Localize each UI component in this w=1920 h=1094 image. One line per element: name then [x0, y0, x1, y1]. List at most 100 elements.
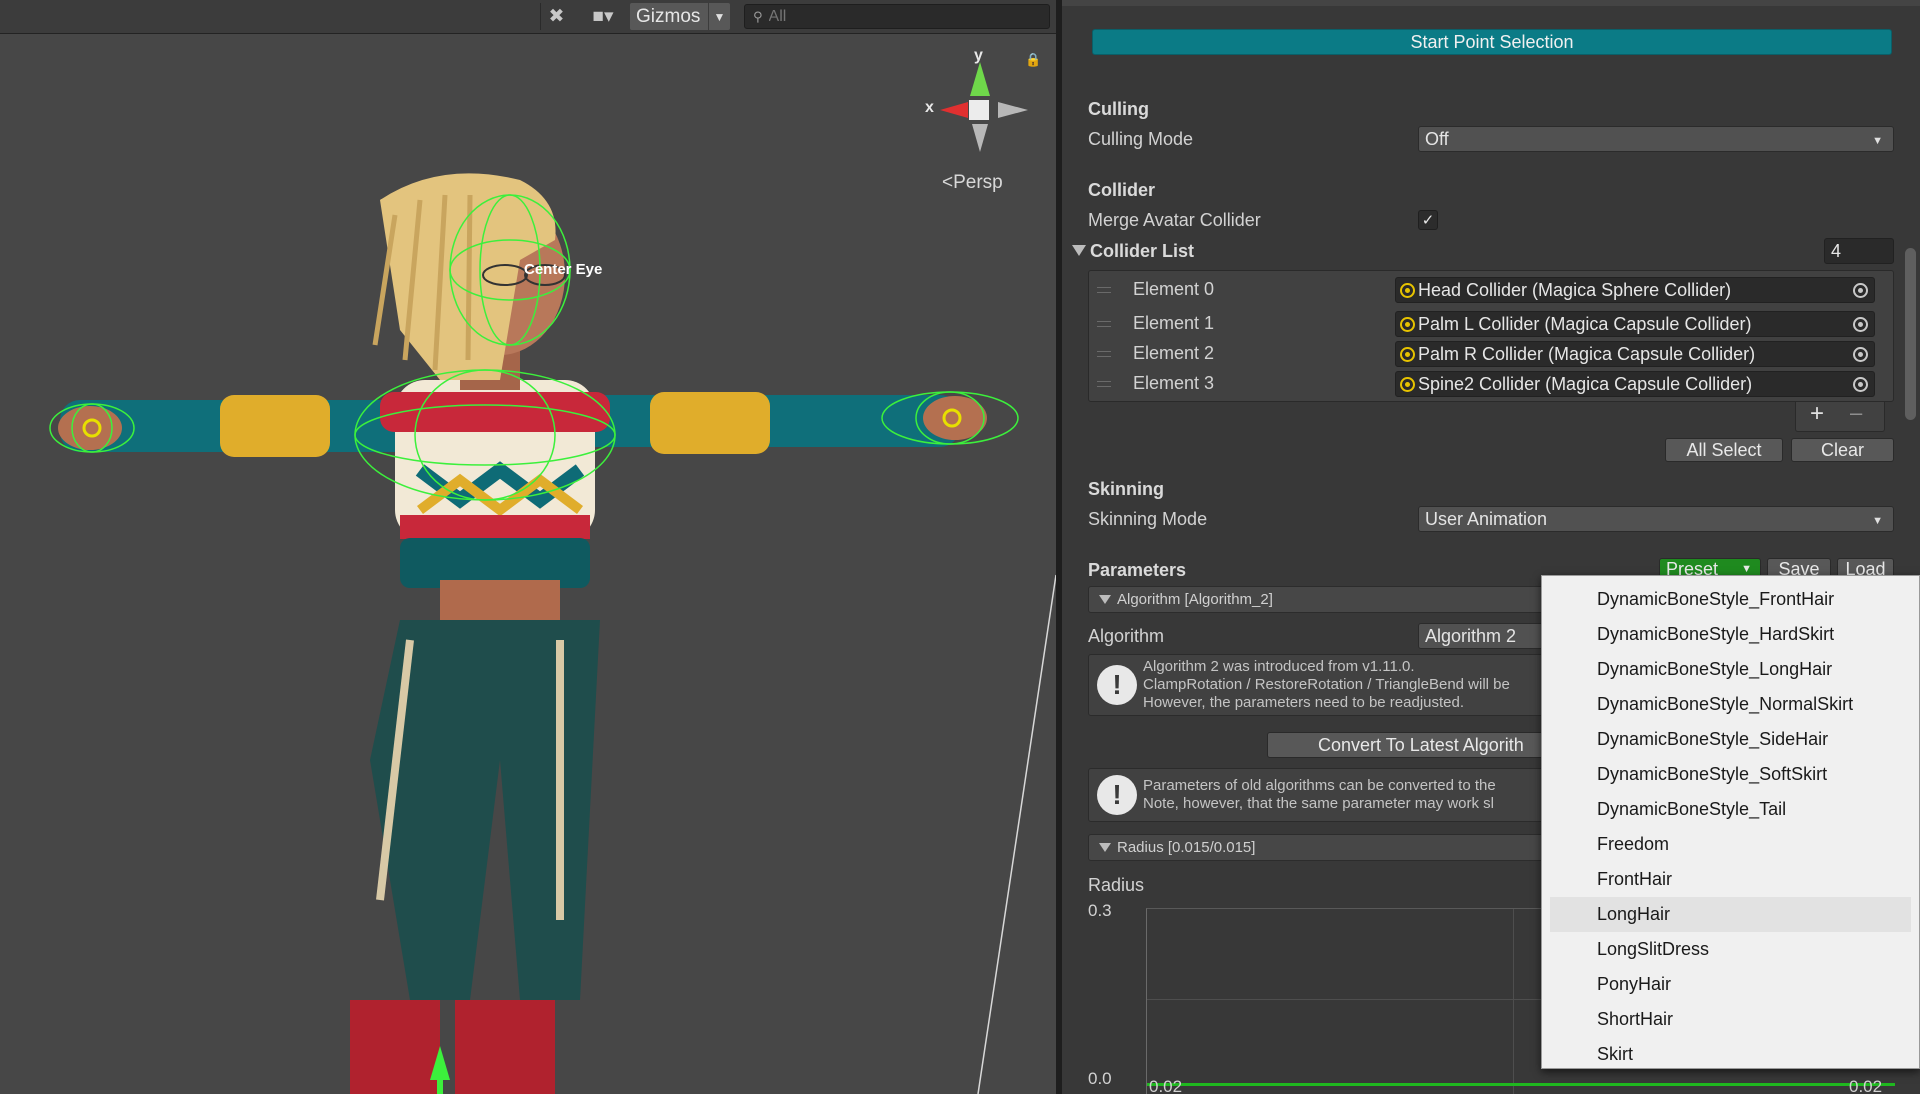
radius-label: Radius [1088, 875, 1145, 895]
element-value: Palm R Collider (Magica Capsule Collider… [1418, 343, 1756, 364]
menu-item-fronthair[interactable]: FrontHair [1542, 862, 1919, 897]
gizmos-dropdown-icon[interactable]: ▼ [708, 3, 730, 30]
sweater-red-band [380, 392, 610, 432]
element-value: Palm L Collider (Magica Capsule Collider… [1418, 313, 1752, 334]
graph-x-left-label: 0.02 [1149, 1077, 1183, 1094]
chevron-down-icon: ▼ [1741, 563, 1752, 575]
menu-item-freedom[interactable]: Freedom [1542, 827, 1919, 862]
object-picker-icon[interactable] [1853, 317, 1868, 332]
scene-view[interactable]: ✖ ■▾ Gizmos ▼ ⚲ y x [0, 0, 1056, 1094]
neg-x-axis-cone [998, 102, 1028, 118]
inspector-scrollbar[interactable] [1905, 248, 1916, 420]
avatar-model[interactable]: Center Eye [49, 173, 1019, 1094]
collider-object-icon [1400, 347, 1415, 362]
menu-item-dynamicbonestyle-tail[interactable]: DynamicBoneStyle_Tail [1542, 792, 1919, 827]
warning-icon: ! [1097, 775, 1137, 815]
x-axis-cone [940, 102, 968, 118]
element-object-field[interactable]: Palm L Collider (Magica Capsule Collider… [1395, 311, 1875, 337]
graph-y-min-label: 0.0 [1088, 1069, 1112, 1088]
object-picker-icon[interactable] [1853, 283, 1868, 298]
algorithm-foldout-label: Algorithm [Algorithm_2] [1117, 591, 1273, 608]
tools-icon[interactable]: ✖ [540, 3, 572, 30]
right-upper-arm [650, 392, 770, 454]
parameters-heading: Parameters [1088, 560, 1187, 580]
search-icon: ⚲ [753, 8, 763, 24]
element-object-field[interactable]: Spine2 Collider (Magica Capsule Collider… [1395, 371, 1875, 397]
drag-handle-icon[interactable] [1097, 321, 1111, 327]
menu-item-shorthair[interactable]: ShortHair [1542, 1002, 1919, 1037]
warning-icon: ! [1097, 665, 1137, 705]
y-axis-label: y [974, 47, 983, 64]
menu-item-dynamicbonestyle-sidehair[interactable]: DynamicBoneStyle_SideHair [1542, 722, 1919, 757]
skinning-mode-label: Skinning Mode [1088, 509, 1208, 529]
help-line: However, the parameters need to be readj… [1143, 694, 1465, 711]
scene-viewport[interactable]: y x Center Eye [0, 34, 1056, 1094]
scene-search[interactable]: ⚲ [744, 4, 1050, 29]
list-item[interactable]: Element 1 Palm L Collider (Magica Capsul… [1089, 309, 1895, 339]
help-line: Parameters of old algorithms can be conv… [1143, 777, 1496, 794]
list-add-remove-bar: + – [1795, 400, 1885, 432]
graph-y-max-label: 0.3 [1088, 901, 1112, 920]
collider-object-icon [1400, 377, 1415, 392]
element-label: Element 2 [1133, 343, 1215, 363]
menu-item-longslitdress[interactable]: LongSlitDress [1542, 932, 1919, 967]
element-value: Spine2 Collider (Magica Capsule Collider… [1418, 373, 1753, 394]
menu-item-dynamicbonestyle-longhair[interactable]: DynamicBoneStyle_LongHair [1542, 652, 1919, 687]
culling-heading: Culling [1088, 99, 1149, 119]
y-axis-cone [970, 62, 990, 96]
merge-avatar-collider-label: Merge Avatar Collider [1088, 210, 1261, 230]
menu-item-longhair[interactable]: LongHair [1550, 897, 1911, 932]
neg-y-axis-cone [972, 124, 988, 152]
menu-item-skirt[interactable]: Skirt [1542, 1037, 1919, 1072]
menu-item-dynamicbonestyle-hardskirt[interactable]: DynamicBoneStyle_HardSkirt [1542, 617, 1919, 652]
help-line: ClampRotation / RestoreRotation / Triang… [1143, 676, 1510, 693]
foldout-triangle-icon [1099, 595, 1111, 604]
menu-item-dynamicbonestyle-softskirt[interactable]: DynamicBoneStyle_SoftSkirt [1542, 757, 1919, 792]
merge-avatar-collider-checkbox[interactable]: ✓ [1418, 210, 1438, 230]
preset-menu: DynamicBoneStyle_FrontHair DynamicBoneSt… [1541, 575, 1920, 1069]
menu-item-dynamicbonestyle-fronthair[interactable]: DynamicBoneStyle_FrontHair [1542, 582, 1919, 617]
element-label: Element 1 [1133, 313, 1215, 333]
menu-item-dynamicbonestyle-normalskirt[interactable]: DynamicBoneStyle_NormalSkirt [1542, 687, 1919, 722]
element-value: Head Collider (Magica Sphere Collider) [1418, 279, 1732, 300]
element-object-field[interactable]: Palm R Collider (Magica Capsule Collider… [1395, 341, 1875, 367]
object-picker-icon[interactable] [1853, 377, 1868, 392]
chevron-down-icon: ▼ [1872, 135, 1883, 147]
object-picker-icon[interactable] [1853, 347, 1868, 362]
add-element-icon[interactable]: + [1810, 400, 1824, 428]
drag-handle-icon[interactable] [1097, 351, 1111, 357]
drag-handle-icon[interactable] [1097, 381, 1111, 387]
collider-list-foldout-icon[interactable] [1072, 245, 1086, 256]
culling-mode-dropdown[interactable]: Off ▼ [1418, 126, 1894, 152]
scene-toolbar: ✖ ■▾ Gizmos ▼ ⚲ [0, 0, 1056, 34]
clear-button[interactable]: Clear [1791, 438, 1894, 462]
graph-x-right-label: 0.02 [1849, 1077, 1883, 1094]
orientation-gizmo[interactable]: y x [925, 47, 1028, 152]
element-label: Element 0 [1133, 279, 1215, 299]
camera-icon[interactable]: ■▾ [580, 3, 626, 30]
list-item[interactable]: Element 3 Spine2 Collider (Magica Capsul… [1089, 369, 1895, 399]
collider-list-size-field[interactable]: 4 [1824, 238, 1894, 264]
gizmo-center-cube [969, 100, 989, 120]
list-item[interactable]: Element 0 Head Collider (Magica Sphere C… [1089, 275, 1895, 305]
lock-icon[interactable]: 🔒 [1025, 52, 1041, 67]
scene-guide-line [977, 574, 1056, 1094]
element-object-field[interactable]: Head Collider (Magica Sphere Collider) [1395, 277, 1875, 303]
skinning-mode-dropdown[interactable]: User Animation ▼ [1418, 506, 1894, 532]
inspector-top-strip [1062, 0, 1920, 6]
drag-handle-icon[interactable] [1097, 287, 1111, 293]
menu-item-ponyhair[interactable]: PonyHair [1542, 967, 1919, 1002]
start-point-selection-button[interactable]: Start Point Selection [1092, 29, 1892, 55]
collider-list-label[interactable]: Collider List [1090, 241, 1194, 262]
remove-element-icon[interactable]: – [1850, 400, 1862, 426]
x-axis-label: x [925, 99, 934, 116]
chevron-down-icon: ▼ [1872, 515, 1883, 527]
help-line: Algorithm 2 was introduced from v1.11.0. [1143, 658, 1415, 675]
list-item[interactable]: Element 2 Palm R Collider (Magica Capsul… [1089, 339, 1895, 369]
persp-label[interactable]: <Persp [942, 172, 1003, 194]
element-label: Element 3 [1133, 373, 1215, 393]
gizmos-label: Gizmos [636, 5, 701, 27]
all-select-button[interactable]: All Select [1665, 438, 1783, 462]
scene-search-input[interactable] [768, 7, 1029, 26]
center-eye-label: Center Eye [524, 261, 602, 278]
